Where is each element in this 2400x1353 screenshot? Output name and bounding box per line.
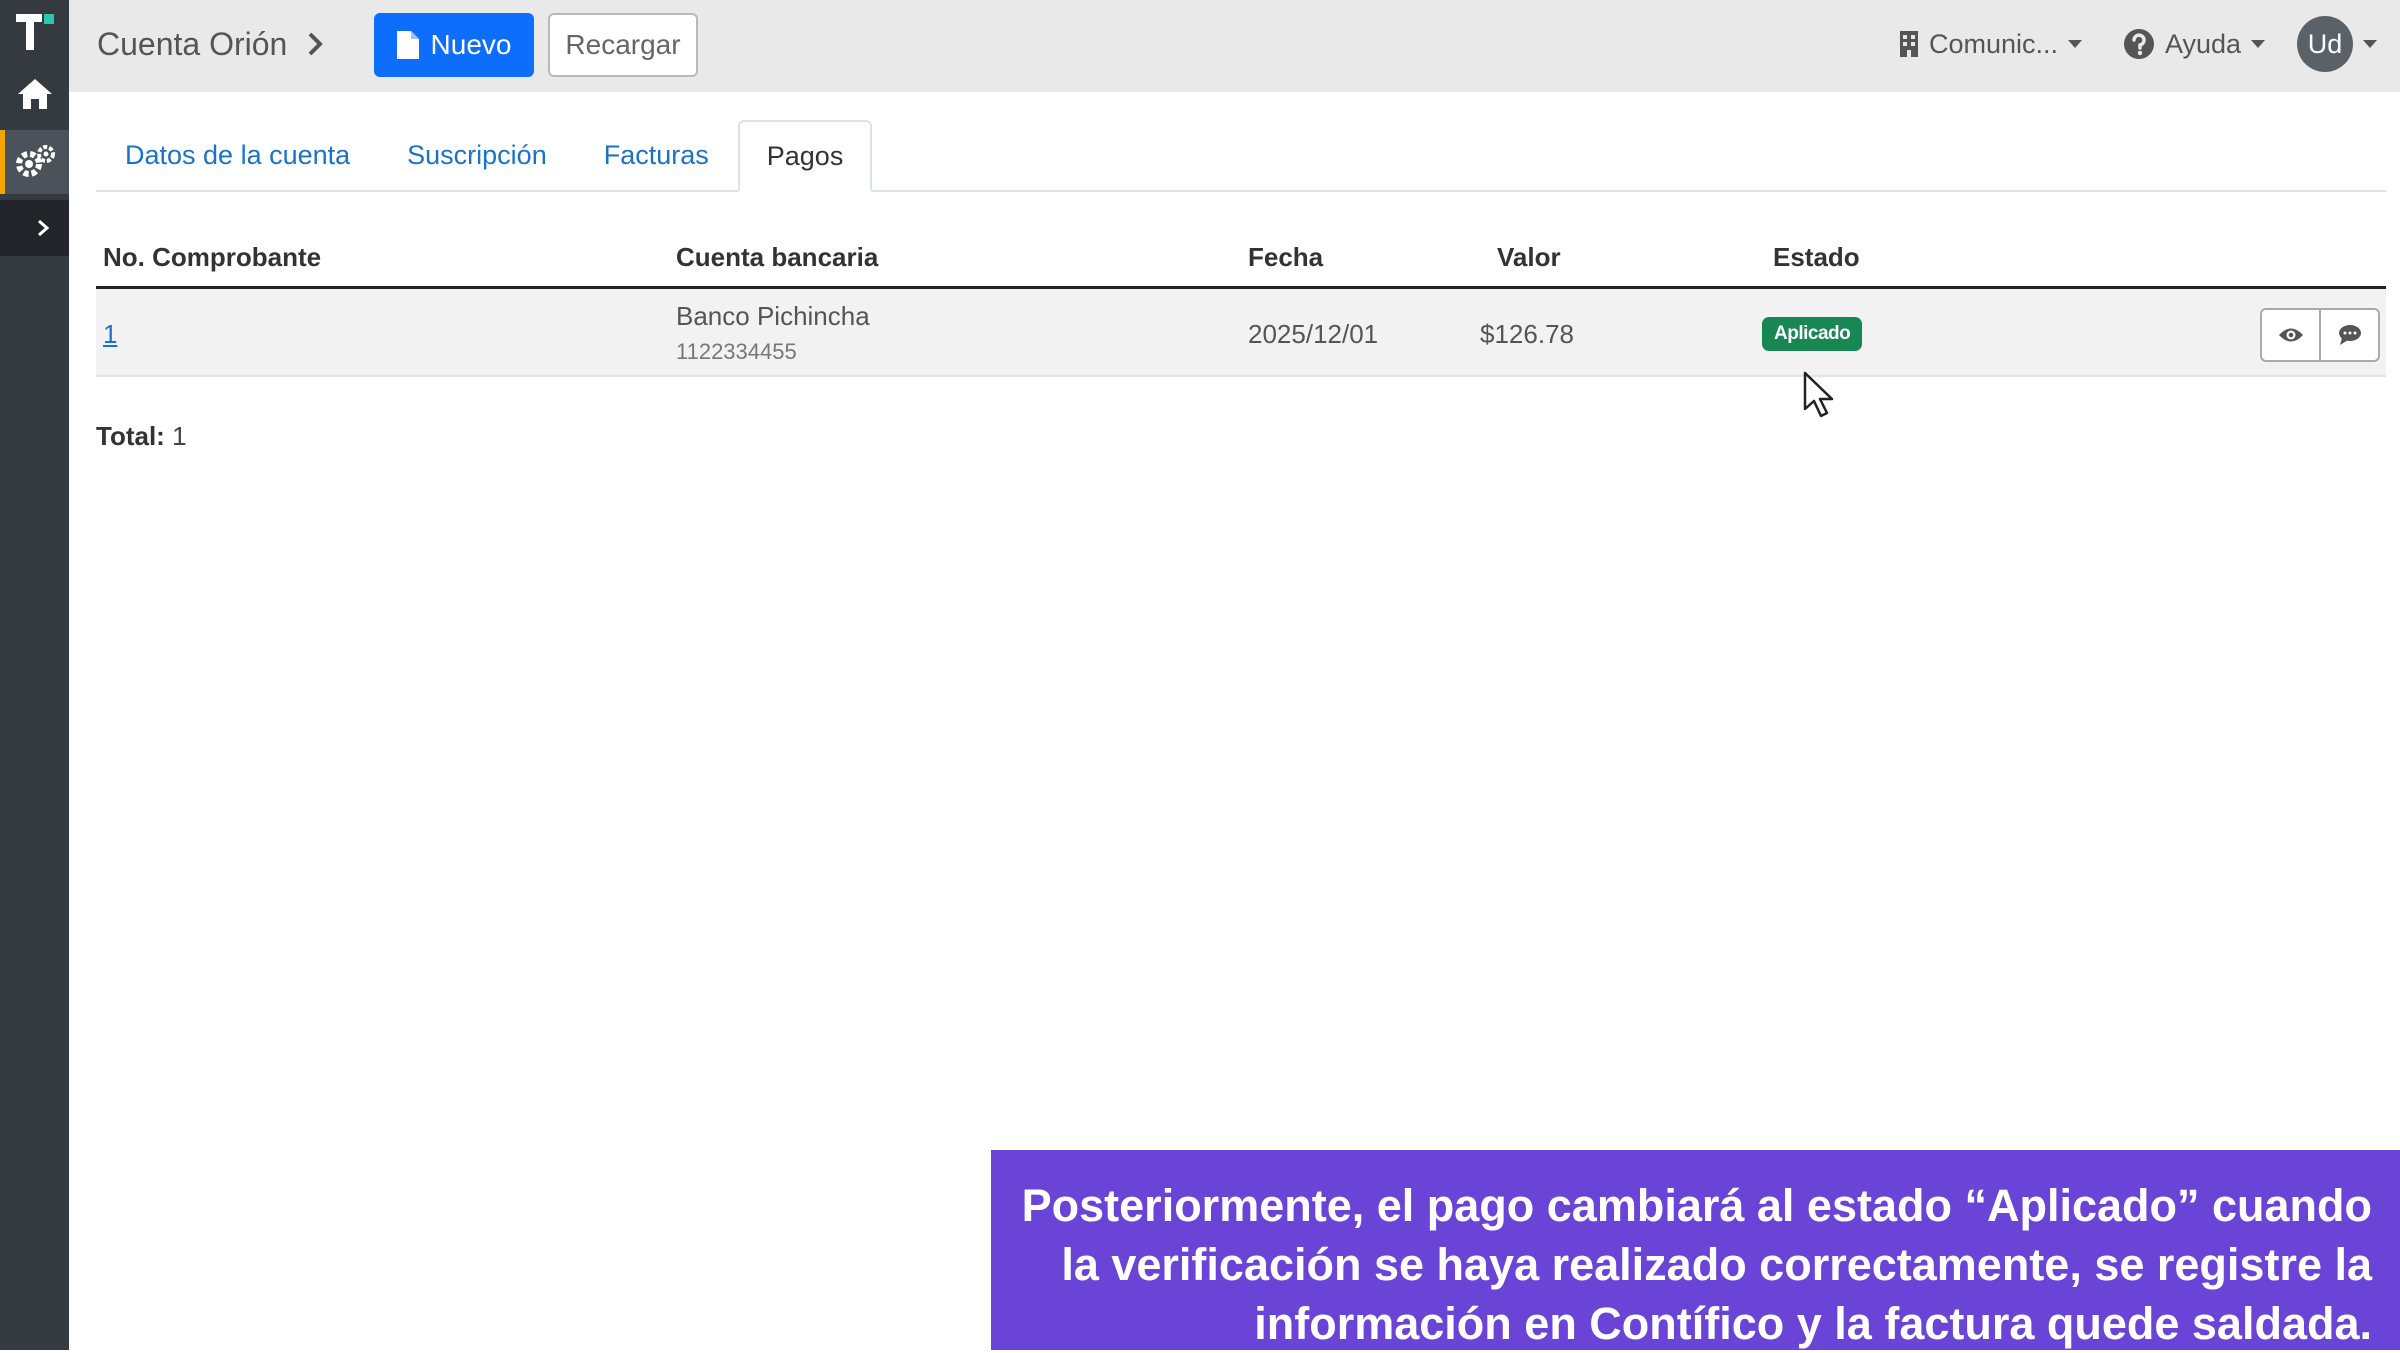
payment-amount: $126.78 xyxy=(1480,319,1574,349)
new-button-label: Nuevo xyxy=(430,29,512,60)
column-header-fecha: Fecha xyxy=(1248,242,1324,272)
tab-invoices[interactable]: Facturas xyxy=(575,120,738,190)
company-dropdown[interactable]: Comunic... xyxy=(1899,0,2083,88)
avatar-initials: Ud xyxy=(2307,28,2343,59)
breadcrumb-current[interactable]: Cuenta Orión xyxy=(97,26,287,63)
sidebar-expand-button[interactable] xyxy=(0,200,69,256)
comment-icon xyxy=(2338,325,2361,345)
sidebar-item-home[interactable] xyxy=(0,66,69,122)
chevron-right-icon xyxy=(308,32,324,56)
total-summary: Total: 1 xyxy=(96,421,187,452)
table-header: No. Comprobante Cuenta bancaria Fecha Va… xyxy=(96,226,2386,289)
caption-overlay: Posteriormente, el pago cambiará al esta… xyxy=(991,1150,2400,1350)
status-badge: Aplicado xyxy=(1762,317,1863,351)
tab-payments[interactable]: Pagos xyxy=(737,120,873,192)
building-icon xyxy=(1900,31,1918,57)
brand-logo[interactable] xyxy=(0,0,69,62)
table-row: 1 Banco Pichincha 1122334455 2025/12/01 … xyxy=(96,289,2386,377)
bank-name: Banco Pichincha xyxy=(676,301,870,331)
comment-button[interactable] xyxy=(2319,310,2378,360)
new-button[interactable]: Nuevo xyxy=(374,13,534,77)
column-header-cuenta: Cuenta bancaria xyxy=(676,242,879,272)
reload-button-label: Recargar xyxy=(565,29,681,60)
question-circle-icon xyxy=(2124,29,2154,59)
mouse-cursor-icon xyxy=(1803,371,1834,418)
column-header-valor: Valor xyxy=(1497,242,1561,272)
chevron-down-icon xyxy=(2363,40,2377,48)
view-button[interactable] xyxy=(2262,310,2319,360)
bank-account-number: 1122334455 xyxy=(676,339,797,364)
tab-label: Pagos xyxy=(766,140,844,171)
column-header-estado: Estado xyxy=(1773,242,1860,272)
tab-account-data[interactable]: Datos de la cuenta xyxy=(96,120,379,190)
tab-label: Suscripción xyxy=(407,139,547,170)
total-value: 1 xyxy=(172,421,187,451)
tab-subscription[interactable]: Suscripción xyxy=(379,120,575,190)
payment-date: 2025/12/01 xyxy=(1248,319,1379,349)
reload-button[interactable]: Recargar xyxy=(548,13,698,77)
company-label: Comunic... xyxy=(1929,28,2059,59)
document-icon xyxy=(396,31,419,59)
sidebar-item-config[interactable] xyxy=(0,130,69,194)
chevron-down-icon xyxy=(2068,40,2083,48)
help-label: Ayuda xyxy=(2165,28,2242,59)
breadcrumb: Cuenta Orión xyxy=(97,0,325,88)
caption-text: Posteriormente, el pago cambiará al esta… xyxy=(1021,1180,2372,1349)
row-actions xyxy=(2260,308,2380,362)
total-label: Total: xyxy=(96,421,165,451)
brand-logo-icon xyxy=(15,14,54,50)
tab-label: Datos de la cuenta xyxy=(125,139,351,170)
eye-icon xyxy=(2278,328,2303,342)
help-dropdown[interactable]: Ayuda xyxy=(2123,0,2266,88)
chevron-down-icon xyxy=(2251,40,2266,48)
home-icon xyxy=(17,79,52,109)
sidebar xyxy=(0,0,69,1350)
column-header-comprobante: No. Comprobante xyxy=(103,242,322,272)
user-menu[interactable]: Ud xyxy=(2297,0,2377,88)
gears-icon xyxy=(15,145,55,177)
avatar: Ud xyxy=(2297,16,2353,72)
chevron-right-icon xyxy=(37,219,49,237)
tab-label: Facturas xyxy=(603,139,709,170)
top-bar: Cuenta Orión Nuevo Recargar Comunic... A… xyxy=(69,0,2400,92)
tab-bar: Datos de la cuenta Suscripción Facturas … xyxy=(96,120,2386,192)
comprobante-link[interactable]: 1 xyxy=(103,319,117,350)
